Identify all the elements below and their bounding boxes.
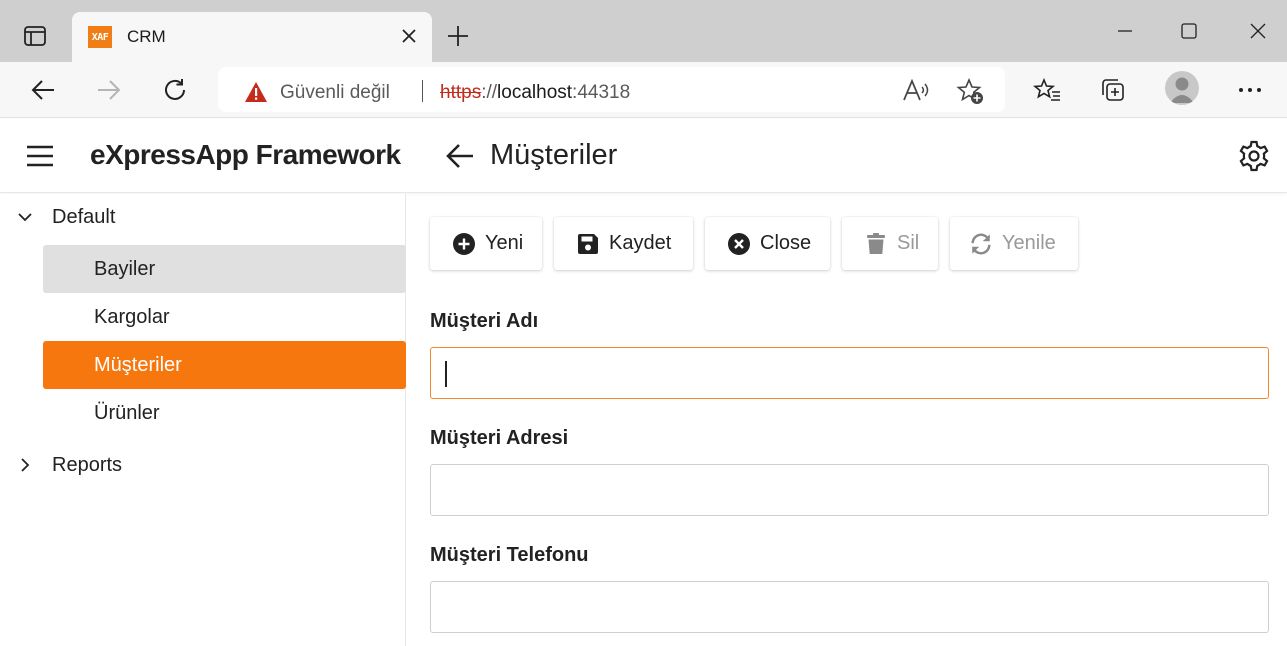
more-icon[interactable] — [1234, 74, 1266, 106]
sidebar-item-urunler[interactable]: Ürünler — [43, 389, 406, 437]
browser-tab-bar: XAF CRM — [0, 0, 1287, 62]
customer-name-field[interactable] — [430, 347, 1269, 399]
hamburger-icon[interactable] — [26, 145, 54, 167]
new-button[interactable]: Yeni — [430, 217, 542, 270]
nav-group-label: Reports — [52, 454, 123, 476]
collections-icon[interactable] — [1097, 74, 1129, 106]
url-port: :44318 — [572, 82, 631, 103]
button-label: Sil — [897, 232, 920, 254]
sidebar-item-label: Müşteriler — [94, 354, 182, 376]
close-button[interactable]: Close — [705, 217, 830, 270]
customer-address-label: Müşteri Adresi — [430, 427, 569, 449]
arrow-right-icon[interactable] — [94, 75, 124, 105]
arrow-left-icon[interactable] — [28, 75, 58, 105]
button-label: Kaydet — [609, 232, 672, 254]
nav-group-reports[interactable]: Reports — [0, 442, 406, 488]
favorites-icon[interactable] — [1031, 74, 1063, 106]
maximize-icon[interactable] — [1176, 18, 1202, 44]
nav-group-label: Default — [52, 206, 116, 228]
profile-icon[interactable] — [1165, 71, 1199, 105]
security-status[interactable]: Güvenli değil — [280, 82, 390, 104]
app-title: eXpressApp Framework — [90, 139, 401, 170]
url-host: localhost — [497, 82, 573, 103]
arrow-left-icon[interactable] — [444, 141, 476, 171]
warning-icon[interactable] — [244, 81, 268, 103]
nav-group-default[interactable]: Default — [0, 194, 406, 240]
plus-icon[interactable] — [446, 24, 470, 48]
close-icon[interactable] — [400, 27, 418, 45]
close-icon[interactable] — [1245, 18, 1271, 44]
sidebar-item-kargolar[interactable]: Kargolar — [43, 293, 406, 341]
close-circle-icon — [727, 232, 751, 256]
sidebar-item-label: Bayiler — [94, 258, 156, 280]
button-label: Close — [760, 232, 812, 254]
button-label: Yeni — [485, 232, 524, 254]
plus-circle-icon — [452, 232, 476, 256]
customer-phone-label: Müşteri Telefonu — [430, 544, 589, 566]
address-input[interactable]: Güvenli değil https://localhost:44318 — [218, 67, 1005, 112]
customer-phone-field[interactable] — [430, 581, 1269, 633]
refresh-button[interactable]: Yenile — [950, 217, 1078, 270]
refresh-icon[interactable] — [160, 75, 190, 105]
divider — [422, 80, 423, 102]
sidebar-item-musteriler[interactable]: Müşteriler — [43, 341, 406, 389]
trash-icon — [864, 232, 888, 256]
navigation-sidebar: Default Bayiler Kargolar Müşteriler Ürün… — [0, 194, 406, 646]
tab-title: CRM — [127, 27, 166, 46]
xaf-favicon-icon: XAF — [88, 26, 112, 48]
gear-icon[interactable] — [1236, 138, 1272, 174]
browser-address-bar: Güvenli değil https://localhost:44318 — [0, 62, 1287, 118]
sidebar-item-label: Ürünler — [94, 402, 160, 424]
sidebar-item-label: Kargolar — [94, 306, 170, 328]
browser-tab[interactable]: XAF CRM — [72, 12, 432, 62]
url-scheme: https — [440, 82, 482, 103]
chevron-down-icon[interactable] — [16, 208, 34, 226]
url-text[interactable]: https://localhost:44318 — [440, 82, 630, 104]
url-separator: :// — [481, 82, 498, 103]
refresh-icon — [969, 232, 993, 256]
delete-button[interactable]: Sil — [842, 217, 938, 270]
save-button[interactable]: Kaydet — [554, 217, 693, 270]
minimize-icon[interactable] — [1112, 18, 1138, 44]
customer-name-label: Müşteri Adı — [430, 310, 539, 332]
chevron-right-icon[interactable] — [16, 456, 34, 474]
read-aloud-icon[interactable] — [902, 77, 930, 105]
sidebar-item-bayiler[interactable]: Bayiler — [43, 245, 406, 293]
app-header: eXpressApp Framework Müşteriler — [0, 119, 1287, 193]
button-label: Yenile — [1002, 232, 1056, 254]
page-title: Müşteriler — [490, 139, 618, 171]
text-caret — [445, 361, 447, 387]
tab-actions-icon[interactable] — [22, 24, 48, 48]
star-plus-icon[interactable] — [956, 77, 984, 105]
save-icon — [576, 232, 600, 256]
customer-address-field[interactable] — [430, 464, 1269, 516]
